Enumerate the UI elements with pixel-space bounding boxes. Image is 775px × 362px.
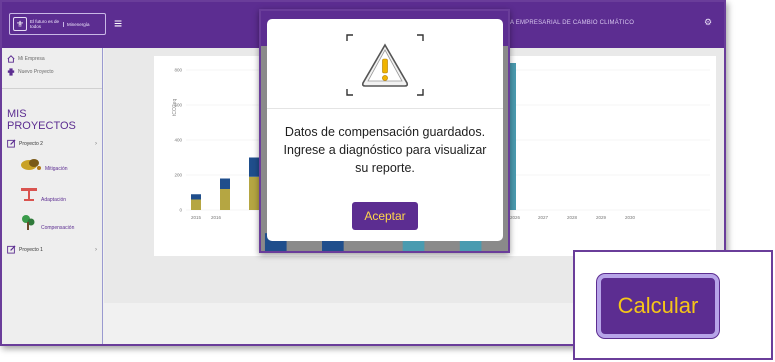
- sub-item-label: Mitigación: [45, 166, 68, 172]
- y-tick-label: 800: [174, 68, 182, 73]
- accept-button[interactable]: Aceptar: [352, 202, 418, 230]
- y-axis-ticks: 0200400600800: [174, 68, 182, 213]
- project-label: Proyecto 2: [19, 140, 43, 147]
- x-tick-label: 2030: [625, 215, 636, 220]
- sidebar-item-my-company[interactable]: Mi Empresa: [7, 55, 45, 63]
- y-axis-label: tCO2eq: [172, 99, 178, 116]
- edit-icon: [7, 139, 16, 148]
- header-title: A EMPRESARIAL DE CAMBIO CLIMÁTICO: [510, 20, 635, 26]
- adaptation-icon: [21, 188, 37, 201]
- sidebar-divider: [2, 88, 102, 89]
- gear-icon[interactable]: ⚙: [704, 17, 712, 28]
- x-tick-label: 2029: [596, 215, 607, 220]
- compensation-icon: [22, 215, 35, 230]
- chevron-right-icon: ›: [95, 140, 97, 147]
- hamburger-icon[interactable]: ≡: [114, 16, 122, 30]
- bar-segment-blue: [191, 194, 201, 200]
- logo-text: El futuro es de todos: [30, 19, 60, 29]
- logo-badge: Minenergía: [63, 21, 90, 27]
- project-label: Proyecto 1: [19, 246, 43, 253]
- warning-icon: [346, 34, 424, 96]
- logo[interactable]: ⚜ El futuro es de todos Minenergía: [9, 13, 106, 35]
- y-tick-label: 0: [179, 208, 182, 213]
- zoom-callout: Calcular: [573, 250, 773, 360]
- mitigation-icon: [21, 159, 41, 170]
- x-tick-label: 2015: [191, 215, 202, 220]
- x-tick-label: 2016: [211, 215, 222, 220]
- calculate-button[interactable]: Calcular: [597, 274, 719, 338]
- edit-icon: [7, 245, 16, 254]
- sub-item-label: Adaptación: [41, 197, 67, 203]
- coat-of-arms-icon: ⚜: [13, 17, 27, 31]
- dialog-icon-area: [267, 19, 503, 109]
- sidebar-item-project-2[interactable]: Proyecto 2 ›: [7, 139, 97, 148]
- bar-segment-olive: [191, 199, 201, 210]
- x-tick-label: 2026: [510, 215, 521, 220]
- bar-segment-blue: [220, 178, 230, 189]
- sidebar-item-label: Nuevo Proyecto: [18, 69, 54, 75]
- screenshot-stage: ⚜ El futuro es de todos Minenergía ≡ A E…: [0, 0, 775, 362]
- dialog-message: Datos de compensación guardados. Ingrese…: [283, 125, 487, 175]
- alert-dialog: Datos de compensación guardados. Ingrese…: [267, 19, 503, 241]
- bar-segment-olive: [249, 176, 259, 210]
- sidebar-item-mitigation[interactable]: Mitigación: [20, 156, 68, 172]
- home-icon: [7, 55, 15, 63]
- plus-file-icon: [7, 68, 15, 76]
- sidebar-item-adaptation[interactable]: Adaptación: [20, 185, 66, 203]
- chevron-right-icon: ›: [95, 246, 97, 253]
- bar-segment-blue: [249, 157, 259, 177]
- bar-segment-olive: [220, 189, 230, 210]
- sidebar: Mi Empresa Nuevo Proyecto MIS PROYECTOS …: [2, 48, 103, 344]
- sidebar-item-project-1[interactable]: Proyecto 1 ›: [7, 245, 97, 254]
- modal-overlay: Datos de compensación guardados. Ingrese…: [259, 9, 510, 253]
- section-title: MIS PROYECTOS: [7, 108, 76, 132]
- sidebar-item-compensation[interactable]: Compensación: [20, 213, 74, 231]
- y-tick-label: 200: [174, 173, 182, 178]
- sidebar-item-new-project[interactable]: Nuevo Proyecto: [7, 68, 54, 76]
- sub-item-label: Compensación: [41, 225, 75, 231]
- x-tick-label: 2027: [538, 215, 549, 220]
- sidebar-item-label: Mi Empresa: [18, 56, 45, 62]
- x-tick-label: 2028: [567, 215, 578, 220]
- y-tick-label: 400: [174, 138, 182, 143]
